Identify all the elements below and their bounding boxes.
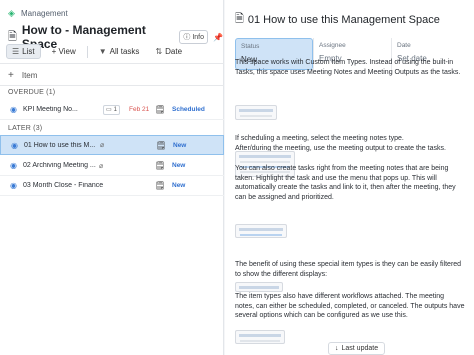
meeting-notes-icon: ◉ (11, 140, 18, 150)
filter-icon: ▼ (98, 47, 107, 56)
folder-icon: ▭ (106, 107, 112, 113)
body-paragraph: The item types also have different workf… (235, 293, 465, 319)
info-button[interactable]: ⓘ Info (179, 30, 209, 44)
embedded-screenshot[interactable] (235, 330, 285, 344)
body-paragraph: You can also create tasks right from the… (235, 165, 456, 201)
list-panel: ◈ Management 🗎 How to - Management Space… (0, 0, 224, 355)
table-row[interactable]: ◉ 03 Month Close - Finance 🗒 New (0, 176, 224, 196)
detail-title[interactable]: 01 How to use this Management Space (248, 14, 440, 26)
body-paragraph: This space works with Custom Item Types.… (235, 59, 461, 76)
attachment-icon: ⌀ (100, 142, 105, 149)
embedded-screenshot[interactable] (235, 224, 287, 238)
filter-button[interactable]: ▼ All tasks (94, 45, 145, 58)
table-row[interactable]: ◉ 02 Archiving Meeting ... ⌀ 🗒 New (0, 156, 224, 176)
status-badge[interactable]: New (172, 182, 185, 189)
plus-icon: + (8, 70, 14, 81)
note-icon: 🗒 (155, 161, 166, 170)
breadcrumb-label: Management (21, 9, 68, 18)
status-badge[interactable]: Scheduled (172, 106, 205, 113)
row-name: 03 Month Close - Finance (23, 182, 104, 189)
embedded-screenshot[interactable] (235, 105, 277, 120)
detail-title-row: 🗎 01 How to use this Management Space (235, 10, 440, 29)
toolbar-divider (86, 45, 88, 58)
attachment-icon: ⌀ (99, 162, 104, 170)
last-update-button[interactable]: ↓ Last update (328, 342, 386, 355)
sort-icon: ⇅ (155, 47, 163, 56)
divider (0, 85, 224, 86)
list-view-tab[interactable]: ☰ List (6, 44, 41, 59)
note-icon: 🗒 (155, 181, 166, 190)
table-row[interactable]: ◉ KPI Meeting No... ▭ 1 Feb 21 🗒 Schedul… (0, 100, 224, 120)
breadcrumb[interactable]: ◈ Management (8, 8, 68, 19)
group-overdue-header[interactable]: OVERDUE (1) (8, 89, 55, 96)
filter-label: All tasks (109, 47, 140, 56)
list-icon: ☰ (12, 47, 20, 56)
add-item-button[interactable]: + Item (8, 70, 37, 81)
list-toolbar: ☰ List + View ▼ All tasks ⇅ Date (6, 44, 187, 59)
add-view-button[interactable]: + View (47, 45, 81, 58)
status-badge[interactable]: New (173, 142, 186, 149)
table-row[interactable]: ◉ 01 How to use this M... ⌀ 🗒 New (0, 135, 224, 155)
last-update-label: Last update (341, 345, 379, 352)
date-property-label: Date (397, 42, 411, 49)
row-date: Feb 21 (129, 106, 150, 113)
add-item-label: Item (21, 71, 38, 80)
pin-icon[interactable]: 📌 (213, 33, 223, 42)
detail-panel: 🗎 01 How to use this Management Space St… (225, 0, 474, 355)
assignee-property-label: Assignee (319, 42, 346, 49)
note-icon: 🗒 (156, 140, 167, 150)
management-icon: ◈ (8, 8, 15, 18)
info-icon: ⓘ (183, 34, 191, 41)
status-property-label: Status (241, 43, 260, 50)
status-badge[interactable]: New (172, 162, 185, 169)
divider (0, 63, 224, 64)
row-name: KPI Meeting No... (23, 106, 78, 113)
row-name: 02 Archiving Meeting ... (23, 162, 96, 169)
embedded-screenshot[interactable] (235, 282, 283, 292)
meeting-notes-icon: ◉ (10, 161, 17, 170)
row-name: 01 How to use this M... (24, 141, 96, 149)
meeting-notes-icon: ◉ (10, 105, 17, 114)
document-icon: 🗎 (235, 13, 244, 25)
subitem-count[interactable]: ▭ 1 (103, 104, 121, 115)
note-icon: 🗒 (155, 105, 166, 114)
group-later-header[interactable]: LATER (3) (8, 125, 42, 132)
add-view-label: + View (51, 47, 76, 56)
info-label: Info (192, 33, 205, 41)
list-view-label: List (22, 47, 35, 56)
body-paragraph: The benefit of using these special item … (235, 261, 462, 278)
arrow-down-icon: ↓ (335, 345, 339, 352)
sort-label: Date (165, 47, 183, 56)
meeting-notes-icon: ◉ (10, 181, 17, 190)
subitem-count-value: 1 (113, 106, 118, 113)
sort-button[interactable]: ⇅ Date (150, 45, 187, 58)
